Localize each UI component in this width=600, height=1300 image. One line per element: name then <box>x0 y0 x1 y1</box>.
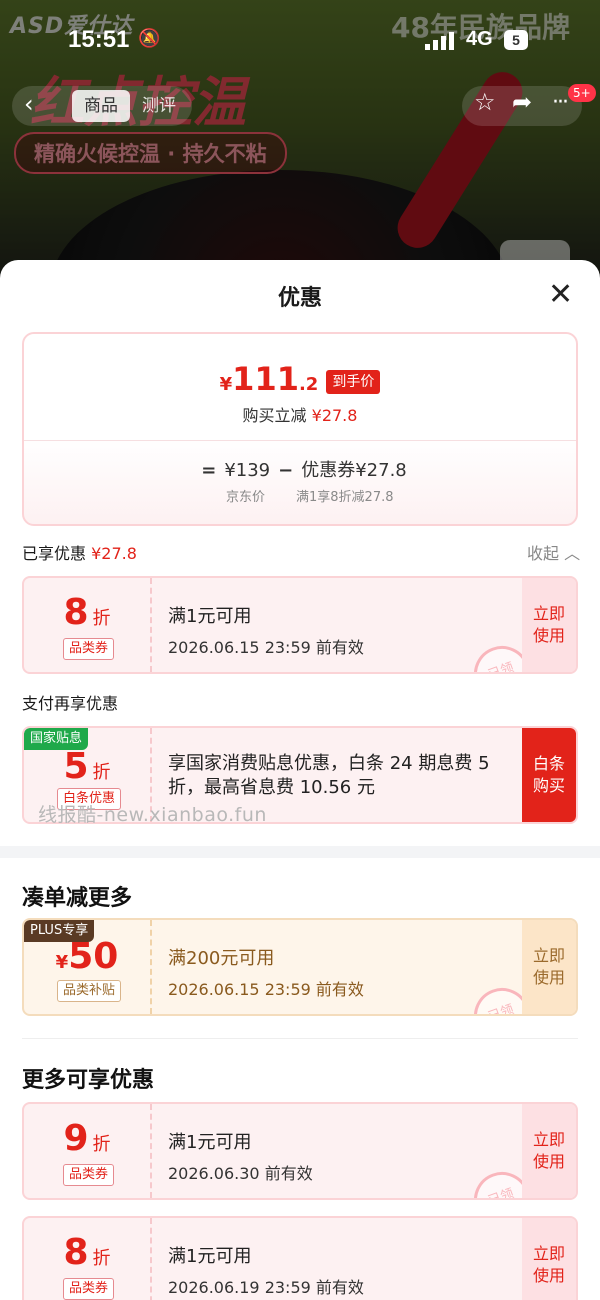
network-type: 4G <box>466 28 493 50</box>
action-label: 立即 使用 <box>532 1130 565 1171</box>
coupon-deduction: 优惠券¥27.8 <box>301 460 407 481</box>
tab-product[interactable]: 商品 <box>72 90 130 122</box>
product-top-nav: ‹ 商品 测评 ☆ ➦ ··· 5+ <box>0 80 600 132</box>
installment-description: 享国家消费贴息优惠，白条 24 期息费 5 折，最高省息费 10.56 元 <box>168 753 490 798</box>
enjoyed-label: 已享优惠 <box>22 544 87 563</box>
jd-price-label: 京东价 <box>226 490 266 505</box>
section-title-extra: 更多可享优惠 <box>22 1068 155 1093</box>
coupon-discount: 5折 <box>24 746 150 787</box>
final-price-tag: 到手价 <box>326 370 381 394</box>
coupon-type-chip: 品类补贴 <box>57 980 122 1002</box>
section-title-more: 凑单减更多 <box>22 886 133 911</box>
enjoyed-value: ¥27.8 <box>91 544 137 563</box>
coupon-number: 9 <box>63 1118 89 1159</box>
coupon-condition: 满1元可用 <box>168 1132 252 1153</box>
use-now-button[interactable]: 立即 使用 <box>522 1218 576 1300</box>
summary-divider <box>24 440 576 441</box>
coupon-card[interactable]: PLUS专享 ¥50 品类补贴 满200元可用 2026.06.15 23:59… <box>22 918 578 1016</box>
share-icon[interactable]: ➦ <box>512 88 532 116</box>
coupon-perforation <box>150 920 152 1014</box>
coupon-unit: 折 <box>92 1248 111 1269</box>
coupon-unit: 折 <box>92 608 111 629</box>
coupon-discount: 8折 <box>24 592 150 633</box>
coupon-perforation <box>150 1104 152 1198</box>
action-label: 白条 购买 <box>532 754 565 795</box>
more-menu-icon[interactable]: ··· <box>552 90 569 115</box>
use-now-button[interactable]: 立即 使用 <box>522 1104 576 1198</box>
close-icon[interactable]: ✕ <box>548 280 573 310</box>
coupon-validity: 2026.06.30 前有效 <box>168 1164 313 1183</box>
coupon-validity: 2026.06.19 23:59 前有效 <box>168 1278 364 1297</box>
coupon-type-chip: 品类券 <box>63 1164 115 1186</box>
coupon-discount: 9折 <box>24 1118 150 1159</box>
coupon-discount: 8折 <box>24 1232 150 1273</box>
coupon-type-chip: 品类券 <box>63 1278 115 1300</box>
message-count-badge: 5+ <box>568 84 596 102</box>
discount-sheet: 优惠 ✕ ¥ 111 .2 到手价 购买立减 ¥27.8 = ¥139− 优惠券¥2… <box>0 260 600 1300</box>
coupon-currency: ¥ <box>55 952 69 973</box>
battery-icon: 5 <box>504 30 528 50</box>
coupon-rule-label: 满1享8折减27.8 <box>296 490 394 505</box>
coupon-discount: ¥50 <box>24 936 150 977</box>
mute-bell-icon: 🔕 <box>138 28 161 48</box>
coupon-card[interactable]: 9折 品类券 满1元可用 2026.06.30 前有效 已领 立即 使用 <box>22 1102 578 1200</box>
price-currency: ¥ <box>219 374 233 395</box>
price-integer: 111 <box>232 360 299 398</box>
action-label: 立即 使用 <box>532 946 565 987</box>
action-label: 立即 使用 <box>532 604 565 645</box>
coupon-validity: 2026.06.15 23:59 前有效 <box>168 638 364 657</box>
coupon-number: 8 <box>63 592 89 633</box>
status-time: 15:51 <box>68 26 130 53</box>
action-label: 立即 使用 <box>532 1244 565 1285</box>
collapse-button[interactable]: 收起 ︿ <box>527 540 580 564</box>
baitiao-buy-button[interactable]: 白条 购买 <box>522 728 576 822</box>
coupon-type-chip: 品类券 <box>63 638 115 660</box>
signal-icon <box>425 32 457 50</box>
favorite-star-icon[interactable]: ☆ <box>474 88 496 116</box>
final-price: ¥ 111 .2 到手价 <box>24 360 576 398</box>
coupon-condition: 满1元可用 <box>168 1246 252 1267</box>
coupon-unit: 折 <box>92 762 111 783</box>
enjoyed-discount: 已享优惠 ¥27.8 <box>22 540 137 564</box>
use-now-button[interactable]: 立即 使用 <box>522 578 576 672</box>
coupon-perforation <box>150 1218 152 1300</box>
tab-review[interactable]: 测评 <box>142 90 176 122</box>
sheet-title: 优惠 <box>277 286 322 311</box>
watermark: 线报酷-new.xianbao.fun <box>38 804 267 826</box>
coupon-perforation <box>150 578 152 672</box>
jd-price: ¥139 <box>224 460 271 481</box>
equals-sign: = <box>201 460 217 481</box>
coupon-number: 8 <box>63 1232 89 1273</box>
price-formula: = ¥139− 优惠券¥27.8 <box>24 456 576 482</box>
section-gap <box>0 846 600 858</box>
minus-sign: − <box>278 460 294 481</box>
pay-section-title: 支付再享优惠 <box>22 694 119 713</box>
coupon-unit: 折 <box>92 1134 111 1155</box>
reduce-value: ¥27.8 <box>311 406 358 425</box>
coupon-number: 50 <box>68 936 119 977</box>
collapse-label: 收起 <box>527 544 560 563</box>
price-summary-card: ¥ 111 .2 到手价 购买立减 ¥27.8 = ¥139− 优惠券¥27.8 京… <box>22 332 578 526</box>
status-bar: 15:51 🔕 4G 5 <box>0 22 600 62</box>
coupon-condition: 满200元可用 <box>168 948 275 969</box>
reduce-label: 购买立减 <box>242 406 307 425</box>
price-decimal: .2 <box>298 374 319 395</box>
coupon-card[interactable]: 8折 品类券 满1元可用 2026.06.15 23:59 前有效 已领 立即 … <box>22 576 578 674</box>
chevron-up-icon: ︿ <box>564 544 581 563</box>
back-icon[interactable]: ‹ <box>24 90 34 118</box>
section-divider <box>22 1038 578 1039</box>
instant-reduce: 购买立减 ¥27.8 <box>24 402 576 426</box>
coupon-validity: 2026.06.15 23:59 前有效 <box>168 980 364 999</box>
coupon-number: 5 <box>63 746 89 787</box>
coupon-condition: 满1元可用 <box>168 606 252 627</box>
use-now-button[interactable]: 立即 使用 <box>522 920 576 1014</box>
coupon-card[interactable]: 8折 品类券 满1元可用 2026.06.19 23:59 前有效 立即 使用 <box>22 1216 578 1300</box>
